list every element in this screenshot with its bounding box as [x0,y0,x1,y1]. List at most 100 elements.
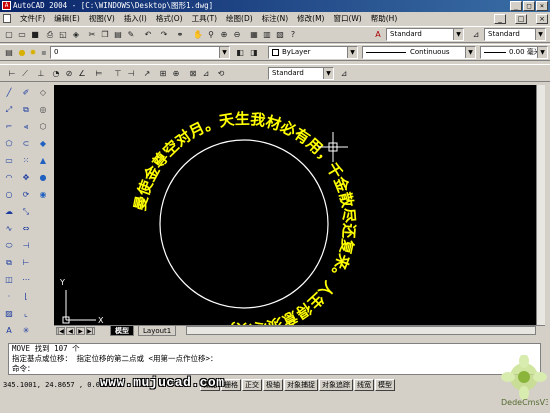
torus-icon[interactable]: ◉ [37,189,49,201]
drawing-canvas[interactable]: 曼使金尊空对月。天生我材必有用，千金散尽还复来。人生得意须尽欢， Y X [54,85,545,325]
tolerance-icon[interactable]: ⊞ [157,68,169,80]
layer-select[interactable]: 0 ▼ [50,46,230,59]
break-icon[interactable]: ⋯ [20,274,32,286]
menu-window[interactable]: 窗口(W) [333,13,361,24]
tab-layout1[interactable]: Layout1 [138,326,177,336]
polygon-icon[interactable]: ⬠ [3,138,15,150]
save-icon[interactable]: ■ [29,29,41,41]
autocad-logo-icon[interactable]: A [2,1,11,10]
lineweight-select[interactable]: 0.00 毫米 ▼ [480,46,548,59]
make-current-layer-icon[interactable]: ◧ [234,47,246,59]
wedge-icon[interactable]: ◆ [37,138,49,150]
copy-icon[interactable]: ❐ [99,29,111,41]
tab-model[interactable]: 模型 [110,326,134,336]
move-icon[interactable]: ✥ [20,172,32,184]
point-icon[interactable]: · [3,291,15,303]
rotate-icon[interactable]: ⟳ [20,189,32,201]
dimension-update-icon[interactable]: ⟲ [215,68,227,80]
box-3d-icon[interactable]: ◇ [37,87,49,99]
trim-icon[interactable]: ⊣ [20,240,32,252]
prev-tab-icon[interactable]: ◀ [66,327,75,335]
revision-cloud-icon[interactable]: ☁ [3,206,15,218]
sphere-icon[interactable]: ● [37,172,49,184]
cut-icon[interactable]: ✂ [86,29,98,41]
horizontal-scrollbar[interactable] [186,326,536,335]
otrack-toggle[interactable]: 对象追踪 [319,379,353,391]
angular-dimension-icon[interactable]: ∠ [76,68,88,80]
lineweight-toggle[interactable]: 线宽 [354,379,374,391]
menu-file[interactable]: 文件(F) [20,13,45,24]
center-mark-icon[interactable]: ⊕ [170,68,182,80]
linetype-select[interactable]: Continuous ▼ [362,46,476,59]
preview-icon[interactable]: ◱ [57,29,69,41]
osnap-toggle[interactable]: 对象捕捉 [284,379,318,391]
arc-icon[interactable]: ◠ [3,172,15,184]
next-tab-icon[interactable]: ▶ [76,327,85,335]
cone-icon[interactable]: ▲ [37,155,49,167]
doc-close-button[interactable]: × [536,13,548,24]
tool-palettes-icon[interactable]: ▧ [274,29,286,41]
continue-dimension-icon[interactable]: ⊣ [125,68,137,80]
maximize-button[interactable]: □ [523,1,535,11]
menu-format[interactable]: 格式(O) [156,13,183,24]
dim-style-select[interactable]: Standard ▼ [484,28,546,41]
menu-view[interactable]: 视图(V) [89,13,115,24]
hyperlink-icon[interactable]: ⚭ [174,29,186,41]
properties-icon[interactable]: ▦ [248,29,260,41]
print-icon[interactable]: ⎙ [44,29,56,41]
minimize-button[interactable]: _ [510,1,522,11]
command-window[interactable]: MOVE 找到 107 个 指定基点或位移： 指定位移的第二点或 <用第一点作位… [8,343,541,375]
quick-leader-icon[interactable]: ↗ [141,68,153,80]
mirror-icon[interactable]: ⫷ [20,121,32,133]
radius-dimension-icon[interactable]: ◔ [50,68,62,80]
sphere-wire-icon[interactable]: ◎ [37,104,49,116]
erase-icon[interactable]: ✐ [20,87,32,99]
ortho-toggle[interactable]: 正交 [242,379,262,391]
dimension-style-select[interactable]: Standard ▼ [268,67,334,80]
dimension-text-edit-icon[interactable]: ⊿ [200,68,212,80]
menu-insert[interactable]: 插入(I) [124,13,147,24]
dimension-edit-icon[interactable]: ⊠ [187,68,199,80]
menu-draw[interactable]: 绘图(D) [226,13,253,24]
last-tab-icon[interactable]: ▶| [86,327,95,335]
spline-icon[interactable]: ∿ [3,223,15,235]
new-icon[interactable]: ▢ [3,29,15,41]
line-icon[interactable]: ╱ [3,87,15,99]
make-block-icon[interactable]: ◫ [3,274,15,286]
color-select[interactable]: ByLayer ▼ [268,46,358,59]
array-icon[interactable]: ⁙ [20,155,32,167]
layer-previous-icon[interactable]: ◨ [248,47,260,59]
redo-icon[interactable]: ↷ [158,29,170,41]
model-toggle[interactable]: 模型 [375,379,395,391]
chamfer-icon[interactable]: ⌊ [20,291,32,303]
first-tab-icon[interactable]: |◀ [56,327,65,335]
pan-icon[interactable]: ✋ [192,29,204,41]
design-center-icon[interactable]: ▥ [261,29,273,41]
circle-icon[interactable]: ○ [3,189,15,201]
explode-icon[interactable]: ✳ [20,325,32,337]
polar-toggle[interactable]: 极轴 [263,379,283,391]
menu-help[interactable]: 帮助(H) [371,13,398,24]
open-icon[interactable]: ▭ [16,29,28,41]
zoom-realtime-icon[interactable]: ⚲ [205,29,217,41]
cube-icon[interactable]: ⬡ [37,121,49,133]
rectangle-icon[interactable]: ▭ [3,155,15,167]
zoom-window-icon[interactable]: ⊕ [218,29,230,41]
help-icon[interactable]: ? [287,29,299,41]
vertical-scrollbar[interactable] [536,85,545,325]
layer-manager-icon[interactable]: ▤ [3,47,15,59]
undo-icon[interactable]: ↶ [142,29,154,41]
extend-icon[interactable]: ⊢ [20,257,32,269]
menu-tools[interactable]: 工具(T) [192,13,217,24]
multiline-text-icon[interactable]: A [3,325,15,337]
construction-line-icon[interactable]: ⤢ [3,104,15,116]
doc-restore-button[interactable]: □ [515,13,527,24]
publish-icon[interactable]: ◈ [70,29,82,41]
stretch-icon[interactable]: ⇔ [20,223,32,235]
menu-edit[interactable]: 编辑(E) [54,13,80,24]
close-button[interactable]: × [536,1,548,11]
insert-block-icon[interactable]: ⧉ [3,257,15,269]
hatch-icon[interactable]: ▨ [3,308,15,320]
menu-dimension[interactable]: 标注(N) [262,13,288,24]
polyline-icon[interactable]: ⌐ [3,121,15,133]
